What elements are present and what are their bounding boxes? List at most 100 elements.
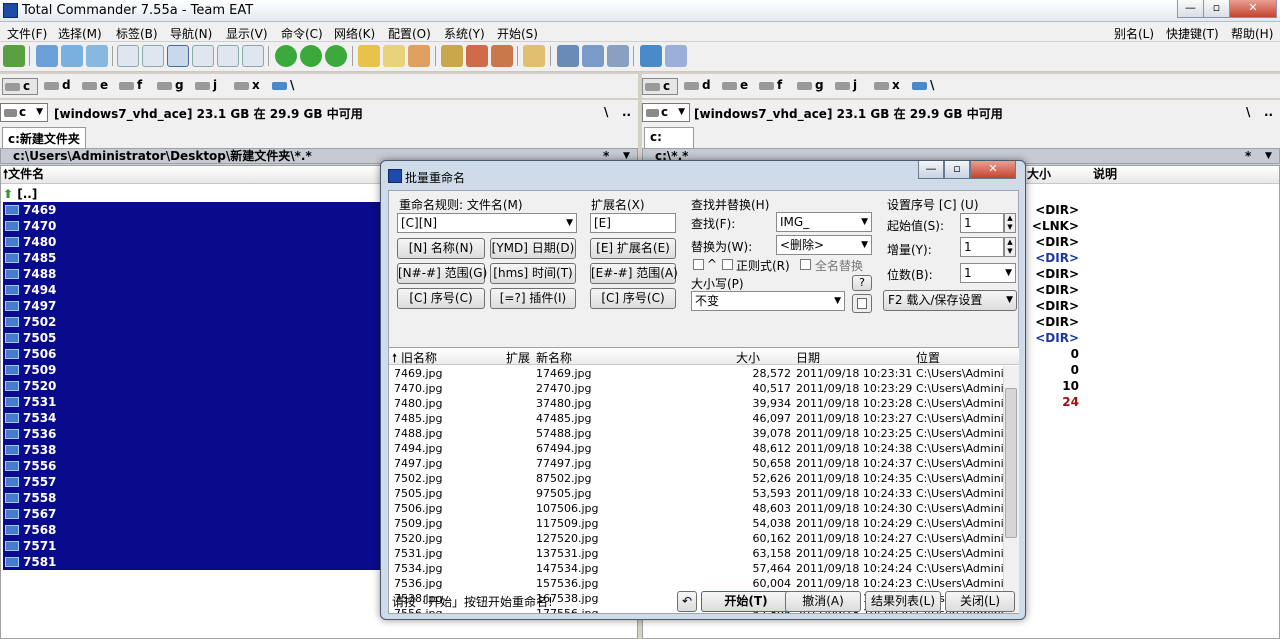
multi-rename-icon[interactable] (408, 45, 430, 67)
drive-g-button[interactable]: g (155, 78, 184, 95)
clipboard-button[interactable] (852, 294, 872, 313)
help-button[interactable]: ? (852, 275, 872, 291)
edit-icon[interactable] (383, 45, 405, 67)
search-icon[interactable] (358, 45, 380, 67)
thumbnail-view-icon[interactable] (167, 45, 189, 67)
regex-checkbox[interactable] (722, 259, 733, 270)
result-list-button[interactable]: 结果列表(L) (865, 591, 941, 612)
preview-row[interactable]: 7480.jpg 37480.jpg 39,934 2011/09/18 10:23:… (389, 397, 1014, 412)
file-row[interactable]: 7531 (3, 394, 383, 410)
tab-new-folder[interactable]: c:新建文件夹 (2, 127, 86, 148)
replace-input[interactable]: <删除> ▼ (776, 235, 872, 255)
drive-j-button[interactable]: j (193, 78, 217, 95)
scrollbar-thumb[interactable] (1005, 388, 1017, 538)
file-row[interactable]: 7558 (3, 490, 383, 506)
case-select[interactable]: 不变 ▼ (691, 291, 845, 311)
counter-button[interactable]: [C] 序号(C) (397, 288, 485, 309)
file-row[interactable]: 7567 (3, 506, 383, 522)
mask-input[interactable]: [C][N] ▼ (397, 213, 577, 233)
close-dialog-button[interactable]: 关闭(L) (945, 591, 1015, 612)
file-row[interactable]: 7581 (3, 554, 383, 570)
name-range-button[interactable]: [N#-#] 范围(G) (397, 263, 487, 284)
step-input[interactable]: 1 (960, 237, 1004, 257)
time-button[interactable]: [hms] 时间(T) (490, 263, 576, 284)
preview-row[interactable]: 7485.jpg 47485.jpg 46,097 2011/09/18 10:23:… (389, 412, 1014, 427)
preview-row[interactable]: 7506.jpg 107506.jpg 48,603 2011/09/18 10:24… (389, 502, 1014, 517)
menu-configuration[interactable]: 配置(O) (388, 25, 431, 42)
search-input[interactable]: IMG_ ▼ (776, 212, 872, 232)
right-root-button[interactable]: \ (1246, 105, 1250, 119)
start-spinner[interactable]: ▲ ▼ (1004, 213, 1016, 233)
menu-help[interactable]: 帮助(H) (1231, 25, 1273, 42)
preview-row[interactable]: 7502.jpg 87502.jpg 52,626 2011/09/18 10:24:… (389, 472, 1014, 487)
undo-icon[interactable]: ↶ (677, 591, 697, 612)
load-save-button[interactable]: F2 载入/保存设置 ▼ (883, 290, 1017, 311)
close-button[interactable]: ✕ (1229, 0, 1277, 18)
file-row[interactable]: 7485 (3, 250, 383, 266)
file-row[interactable]: 7497 (3, 298, 383, 314)
sync-icon[interactable] (523, 45, 545, 67)
left-arrow-icon[interactable] (300, 45, 322, 67)
details-view-icon[interactable] (142, 45, 164, 67)
right-drive-select[interactable]: c ▼ (642, 103, 690, 122)
menu-select[interactable]: 选择(M) (58, 25, 102, 42)
preview-row[interactable]: 7534.jpg 147534.jpg 57,464 2011/09/18 10:24… (389, 562, 1014, 577)
file-row[interactable]: 7536 (3, 426, 383, 442)
undo-button[interactable]: 撤消(A) (785, 591, 861, 612)
digits-select[interactable]: 1 ▼ (960, 263, 1016, 283)
name-button[interactable]: [N] 名称(N) (397, 238, 485, 259)
parent-dir-row[interactable]: ⬆ [..] (3, 186, 37, 202)
sort-icon[interactable] (242, 45, 264, 67)
menu-commands[interactable]: 命令(C) (281, 25, 323, 42)
drive-f-button[interactable]: f (757, 78, 782, 95)
extension-range-button[interactable]: [E#-#] 范围(A) (590, 263, 678, 284)
calculator-icon[interactable] (665, 45, 687, 67)
file-row[interactable]: 7538 (3, 442, 383, 458)
url-icon[interactable] (491, 45, 513, 67)
menu-view[interactable]: 显示(V) (226, 25, 268, 42)
file-row[interactable]: 7557 (3, 474, 383, 490)
brief-view-icon[interactable] (61, 45, 83, 67)
menu-net[interactable]: 网络(K) (334, 25, 375, 42)
tab-c-root[interactable]: c: (644, 127, 694, 148)
tree-view-icon[interactable] (192, 45, 214, 67)
compare-icon[interactable] (582, 45, 604, 67)
chevron-down-icon[interactable]: ▼ (1265, 149, 1272, 163)
column-name[interactable]: 文件名 (8, 167, 44, 181)
column-old-name[interactable]: 旧名称 (401, 349, 437, 366)
preview-row[interactable]: 7520.jpg 127520.jpg 60,162 2011/09/18 10:24… (389, 532, 1014, 547)
full-view-icon[interactable] (86, 45, 108, 67)
file-row[interactable]: 7505 (3, 330, 383, 346)
column-date[interactable]: 日期 (796, 349, 820, 366)
tools-icon[interactable] (607, 45, 629, 67)
drive-x-button[interactable]: x (232, 78, 260, 95)
file-row[interactable]: 7534 (3, 410, 383, 426)
drive-g-button[interactable]: g (795, 78, 824, 95)
notepad-icon[interactable] (640, 45, 662, 67)
file-row[interactable]: 7470 (3, 218, 383, 234)
file-row[interactable]: 7480 (3, 234, 383, 250)
menu-tabs[interactable]: 标签(B) (116, 25, 158, 42)
drive-c-button[interactable]: c (2, 78, 38, 95)
column-location[interactable]: 位置 (916, 349, 940, 366)
refresh-icon[interactable] (3, 45, 25, 67)
left-up-button[interactable]: .. (622, 105, 631, 119)
file-row[interactable]: 7520 (3, 378, 383, 394)
drive-d-button[interactable]: d (42, 78, 71, 95)
extension-counter-button[interactable]: [C] 序号(C) (590, 288, 676, 309)
column-ext[interactable]: 扩展 (506, 349, 530, 366)
file-row[interactable]: 7509 (3, 362, 383, 378)
file-row[interactable]: 7488 (3, 266, 383, 282)
drive-c-button[interactable]: c (642, 78, 678, 95)
left-drive-select[interactable]: c ▼ (0, 103, 48, 122)
preview-row[interactable]: 7497.jpg 77497.jpg 50,658 2011/09/18 10:24:… (389, 457, 1014, 472)
plugin-button[interactable]: [=?] 插件(I) (490, 288, 576, 309)
start-input[interactable]: 1 (960, 213, 1004, 233)
column-size[interactable]: 大小 (1027, 166, 1051, 183)
preview-row[interactable]: 7509.jpg 117509.jpg 54,038 2011/09/18 10:24… (389, 517, 1014, 532)
file-row[interactable]: 7494 (3, 282, 383, 298)
preview-row[interactable]: 7470.jpg 27470.jpg 40,517 2011/09/18 10:23:… (389, 382, 1014, 397)
caret-checkbox[interactable] (693, 259, 704, 270)
drive-d-button[interactable]: d (682, 78, 711, 95)
column-description[interactable]: 说明 (1093, 166, 1117, 183)
